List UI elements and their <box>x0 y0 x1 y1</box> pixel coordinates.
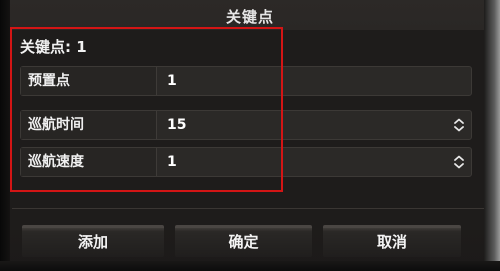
up-down-spinner-icon[interactable] <box>453 118 465 132</box>
monitor-bezel-bottom <box>0 261 500 271</box>
preset-label: 预置点 <box>21 67 157 95</box>
button-divider <box>12 208 484 209</box>
monitor-bezel-right <box>484 0 500 271</box>
cruise-time-value[interactable]: 15 <box>167 111 186 139</box>
cancel-button[interactable]: 取消 <box>323 225 461 257</box>
ok-button[interactable]: 确定 <box>175 225 312 257</box>
dialog-title: 关键点 <box>225 8 274 26</box>
add-button[interactable]: 添加 <box>22 225 164 257</box>
cruise-speed-value[interactable]: 1 <box>167 148 177 176</box>
up-down-spinner-icon[interactable] <box>453 155 465 169</box>
preset-field[interactable]: 预置点 1 <box>20 66 472 96</box>
keypoint-label: 关键点: 1 <box>20 38 87 56</box>
cruise-speed-field[interactable]: 巡航速度 1 <box>20 147 472 177</box>
cruise-speed-label: 巡航速度 <box>21 148 157 176</box>
preset-value[interactable]: 1 <box>167 67 177 95</box>
cruise-time-field[interactable]: 巡航时间 15 <box>20 110 472 140</box>
dvr-screen: 关键点 关键点: 1 预置点 1 巡航时间 15 巡航速度 1 添加 确定 取消 <box>0 0 500 271</box>
monitor-bezel-left <box>0 0 10 271</box>
cruise-time-label: 巡航时间 <box>21 111 157 139</box>
